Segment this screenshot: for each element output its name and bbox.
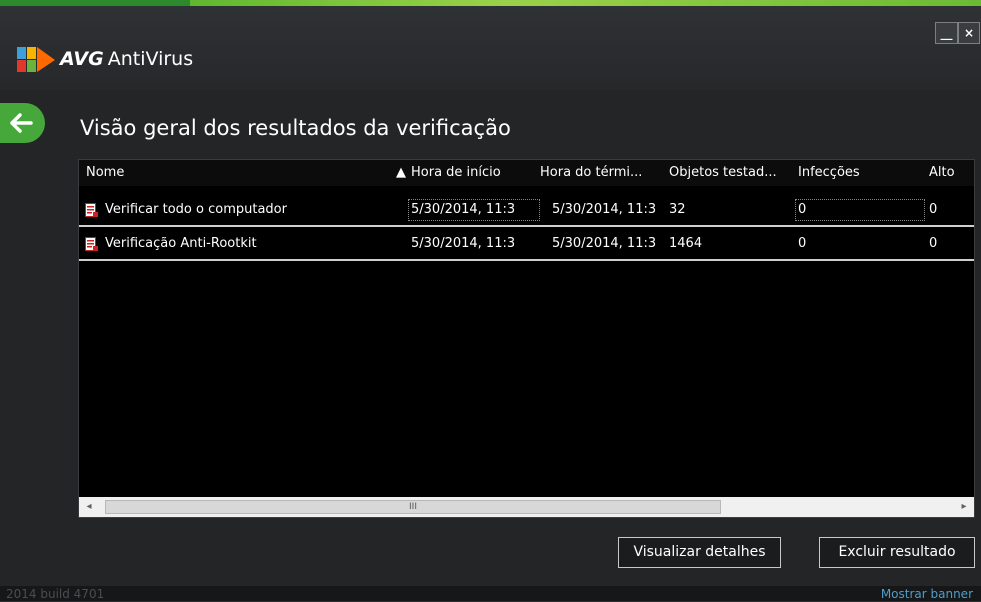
row-scan-name: Verificar todo o computador bbox=[105, 202, 287, 217]
scan-report-icon bbox=[85, 203, 98, 217]
column-header-name[interactable]: Nome bbox=[86, 160, 366, 186]
scroll-right-button[interactable]: ▸ bbox=[954, 497, 974, 517]
column-header-end-time[interactable]: Hora do térmi... bbox=[540, 160, 665, 186]
row-focus-outline bbox=[795, 199, 925, 221]
build-info: 2014 build 4701 bbox=[6, 587, 105, 601]
row-end-time: 5/30/2014, 11:3 bbox=[552, 236, 657, 251]
scan-results-table: Nome ▲ Hora de início Hora do térmi... O… bbox=[78, 159, 975, 518]
minimize-button[interactable]: __ bbox=[935, 22, 958, 44]
view-details-button[interactable]: Visualizar detalhes bbox=[618, 537, 781, 568]
row-objects-tested: 32 bbox=[669, 202, 686, 217]
row-focus-outline bbox=[408, 199, 540, 221]
back-button[interactable] bbox=[0, 103, 45, 143]
scan-report-icon bbox=[85, 237, 98, 251]
row-high: 0 bbox=[929, 202, 938, 217]
row-high: 0 bbox=[929, 236, 938, 251]
row-infections: 0 bbox=[798, 236, 807, 251]
show-banner-link[interactable]: Mostrar banner bbox=[881, 586, 973, 602]
column-header-high[interactable]: Alto bbox=[929, 160, 974, 186]
table-row[interactable]: Verificação Anti-Rootkit 5/30/2014, 11:3… bbox=[79, 229, 974, 261]
app-brand: AVG AntiVirus bbox=[60, 46, 193, 72]
scroll-thumb[interactable]: III bbox=[105, 500, 721, 514]
table-header: Nome ▲ Hora de início Hora do térmi... O… bbox=[79, 160, 974, 186]
column-header-infections[interactable]: Infecções bbox=[798, 160, 918, 186]
sort-ascending-icon: ▲ bbox=[396, 165, 406, 180]
row-end-time: 5/30/2014, 11:3 bbox=[552, 202, 657, 217]
row-scan-name: Verificação Anti-Rootkit bbox=[105, 236, 257, 251]
horizontal-scrollbar[interactable]: ◂ III ▸ bbox=[79, 497, 974, 517]
title-bar: AVG AntiVirus __ × bbox=[0, 6, 981, 90]
row-start-time: 5/30/2014, 11:3 bbox=[411, 236, 516, 251]
brand-name: AVG bbox=[60, 48, 104, 70]
footer-bar bbox=[0, 586, 981, 601]
page-title: Visão geral dos resultados da verificaçã… bbox=[80, 116, 511, 140]
app-window: AVG AntiVirus __ × Visão geral dos result… bbox=[0, 0, 981, 601]
avg-logo-icon bbox=[17, 47, 55, 72]
close-button[interactable]: × bbox=[958, 22, 980, 44]
column-header-start-time[interactable]: Hora de início bbox=[411, 160, 536, 186]
product-name: AntiVirus bbox=[107, 48, 194, 70]
back-arrow-icon bbox=[10, 113, 33, 133]
delete-result-button[interactable]: Excluir resultado bbox=[819, 537, 975, 568]
column-header-objects-tested[interactable]: Objetos testad... bbox=[669, 160, 794, 186]
scroll-left-button[interactable]: ◂ bbox=[79, 497, 99, 517]
table-row[interactable]: Verificar todo o computador 5/30/2014, 1… bbox=[79, 195, 974, 227]
row-objects-tested: 1464 bbox=[669, 236, 703, 251]
